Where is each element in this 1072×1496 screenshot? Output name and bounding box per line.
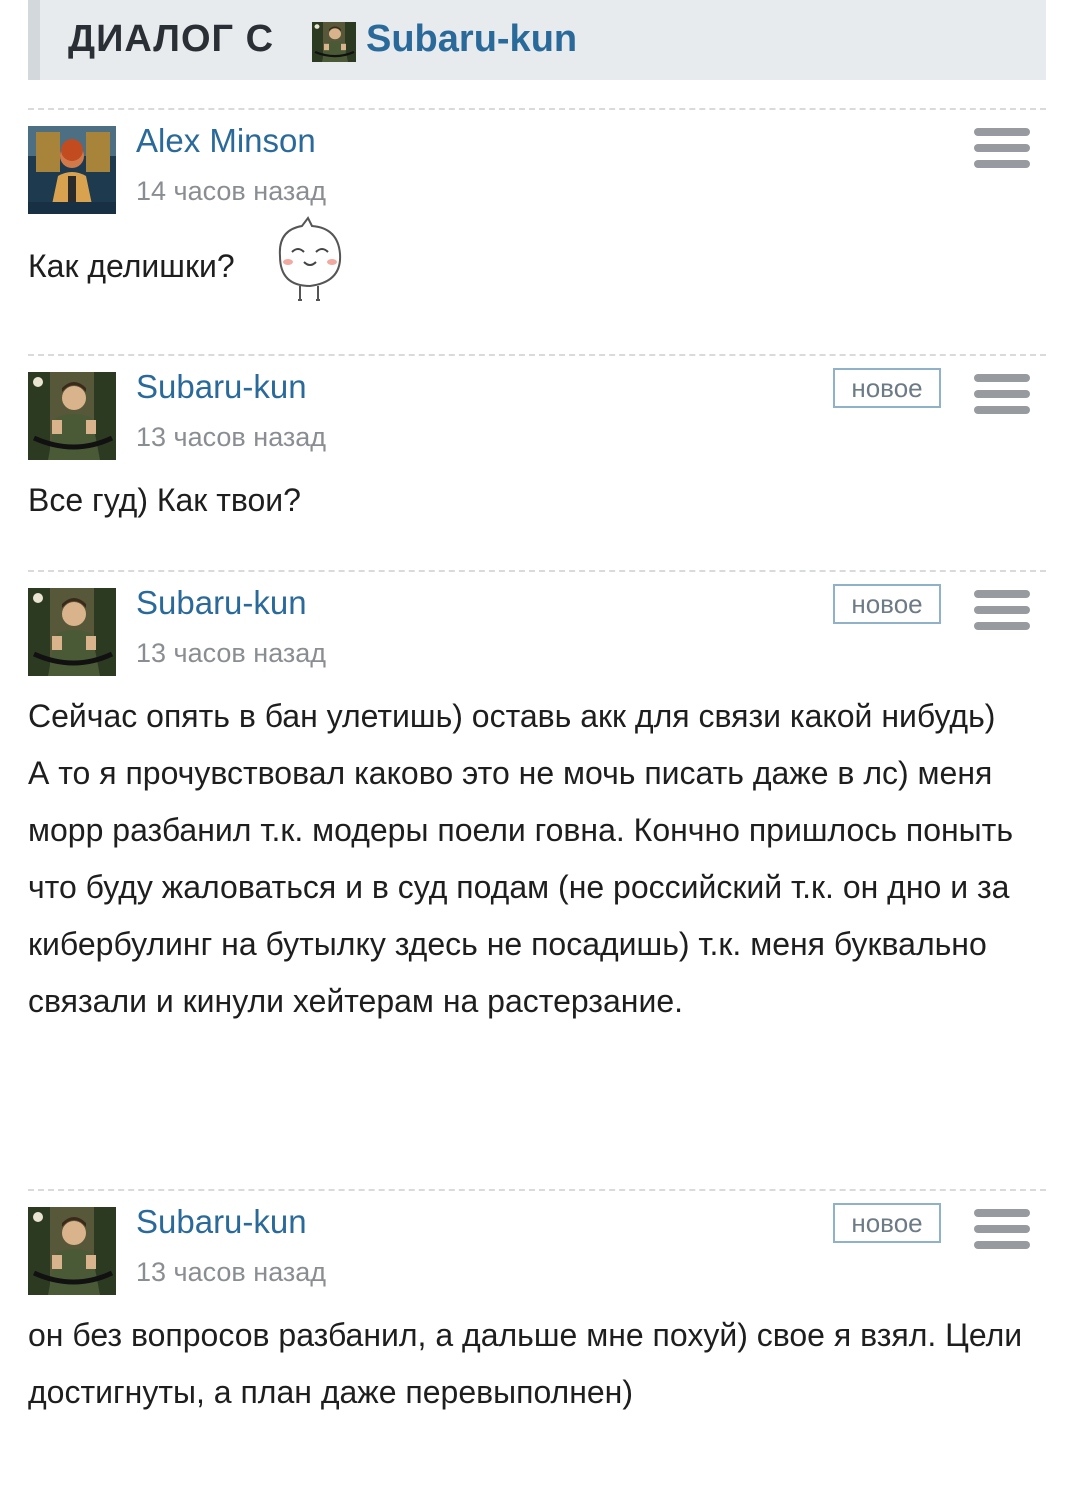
hamburger-menu-icon[interactable] xyxy=(974,1209,1036,1261)
avatar[interactable] xyxy=(28,1207,116,1295)
message-text: Как делишки? xyxy=(28,248,235,284)
message-author-link[interactable]: Subaru-kun xyxy=(136,584,307,622)
message-divider xyxy=(28,570,1046,572)
message-author-link[interactable]: Subaru-kun xyxy=(136,1203,307,1241)
message-text: он без вопросов разбанил, а дальше мне п… xyxy=(28,1317,1023,1410)
avatar[interactable] xyxy=(28,372,116,460)
new-badge: новое xyxy=(833,584,941,624)
message-body: он без вопросов разбанил, а дальше мне п… xyxy=(28,1307,1052,1421)
message-text: А то я прочувствовал каково это не мочь … xyxy=(28,755,1013,1019)
avatar[interactable] xyxy=(28,588,116,676)
message-body: Как делишки? xyxy=(28,238,1046,295)
header-user-avatar[interactable] xyxy=(312,22,356,62)
message-divider xyxy=(28,354,1046,356)
message-timestamp: 13 часов назад xyxy=(136,1257,327,1287)
message-body: Все гуд) Как твои? xyxy=(28,472,1046,529)
message-divider xyxy=(28,1189,1046,1191)
message-author-link[interactable]: Alex Minson xyxy=(136,122,316,160)
new-badge: новое xyxy=(833,368,941,408)
smiling-face-sticker-icon xyxy=(278,216,342,301)
message-body: Сейчас опять в бан улетишь) оставь акк д… xyxy=(28,688,1018,1030)
new-badge: новое xyxy=(833,1203,941,1243)
hamburger-menu-icon[interactable] xyxy=(974,590,1036,642)
dialog-header: ДИАЛОГ С Subaru-kun xyxy=(28,0,1046,80)
avatar[interactable] xyxy=(28,126,116,214)
message-timestamp: 14 часов назад xyxy=(136,176,327,206)
header-user-link[interactable]: Subaru-kun xyxy=(366,18,577,61)
message-author-link[interactable]: Subaru-kun xyxy=(136,368,307,406)
dialog-title: ДИАЛОГ С xyxy=(68,18,275,60)
message-text: Сейчас опять в бан улетишь) оставь акк д… xyxy=(28,698,996,734)
message-divider xyxy=(28,108,1046,110)
hamburger-menu-icon[interactable] xyxy=(974,128,1036,180)
message-text: Все гуд) Как твои? xyxy=(28,482,301,518)
hamburger-menu-icon[interactable] xyxy=(974,374,1036,426)
message-timestamp: 13 часов назад xyxy=(136,422,327,452)
message-timestamp: 13 часов назад xyxy=(136,638,327,668)
